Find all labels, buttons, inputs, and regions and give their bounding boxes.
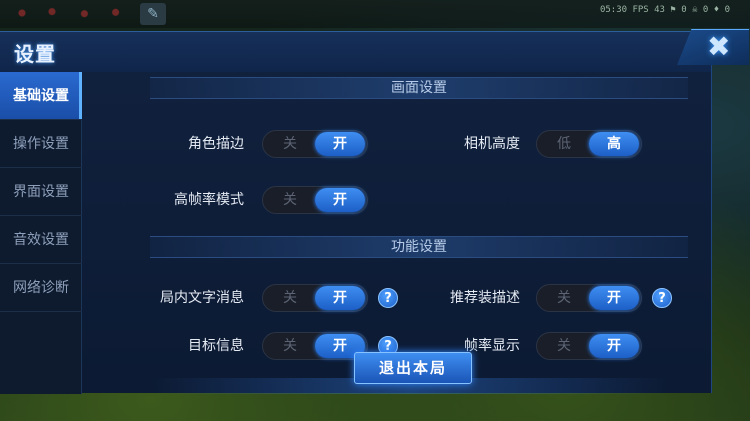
toggle-on-option[interactable]: 开: [315, 286, 365, 310]
toggle-off-option[interactable]: 关: [265, 286, 315, 310]
toggle-on-option[interactable]: 开: [589, 286, 639, 310]
sidebar: 基础设置 操作设置 界面设置 音效设置 网络诊断: [0, 72, 82, 394]
setting-camera-label: 相机高度: [464, 136, 520, 152]
toggle-off-option[interactable]: 关: [539, 286, 589, 310]
toggle-off-option[interactable]: 关: [265, 132, 315, 156]
page-title: 设置: [14, 42, 56, 66]
hfr-toggle[interactable]: 关 开: [262, 186, 368, 214]
sidebar-item-basic[interactable]: 基础设置: [0, 72, 82, 120]
exit-match-button[interactable]: 退出本局: [354, 352, 472, 384]
minimap-markers: [10, 6, 130, 20]
setting-recommend-label: 推荐装描述: [450, 290, 520, 306]
sidebar-item-network[interactable]: 网络诊断: [0, 264, 82, 312]
setting-hfr-label: 高帧率模式: [174, 192, 244, 208]
toggle-off-option[interactable]: 关: [265, 334, 315, 358]
outline-toggle[interactable]: 关 开: [262, 130, 368, 158]
sidebar-item-interface[interactable]: 界面设置: [0, 168, 82, 216]
sidebar-item-audio[interactable]: 音效设置: [0, 216, 82, 264]
toggle-on-option[interactable]: 开: [315, 188, 365, 212]
fps-display-toggle[interactable]: 关 开: [536, 332, 642, 360]
chat-toggle[interactable]: 关 开: [262, 284, 368, 312]
setting-chat-label: 局内文字消息: [160, 290, 244, 306]
panel-header: 设置: [0, 32, 711, 72]
section-function-title: 功能设置: [150, 236, 688, 258]
sidebar-item-controls[interactable]: 操作设置: [0, 120, 82, 168]
setting-outline-label: 角色描边: [188, 136, 244, 152]
toggle-on-option[interactable]: 开: [589, 334, 639, 358]
help-icon[interactable]: ?: [378, 288, 398, 308]
camera-height-toggle[interactable]: 低 高: [536, 130, 642, 158]
section-display-title: 画面设置: [150, 77, 688, 99]
settings-content: 画面设置 角色描边 关 开 相机高度 低 高 高帧率模式 关 开 功能设置 局内…: [92, 72, 692, 394]
game-hud-topbar: ✎ 05:30 FPS 43 ⚑ 0 ☠ 0 ♦ 0: [0, 0, 750, 28]
hud-status: 05:30 FPS 43 ⚑ 0 ☠ 0 ♦ 0: [599, 5, 730, 15]
close-icon: ✖: [707, 30, 731, 63]
toggle-off-option[interactable]: 关: [539, 334, 589, 358]
target-info-toggle[interactable]: 关 开: [262, 332, 368, 360]
wrench-icon: ✎: [140, 3, 166, 25]
toggle-high-option[interactable]: 高: [589, 132, 639, 156]
toggle-on-option[interactable]: 开: [315, 132, 365, 156]
setting-target-label: 目标信息: [188, 338, 244, 354]
settings-panel: 设置 ✖ 基础设置 操作设置 界面设置 音效设置 网络诊断 画面设置 角色描边 …: [0, 29, 749, 394]
help-icon[interactable]: ?: [652, 288, 672, 308]
recommend-toggle[interactable]: 关 开: [536, 284, 642, 312]
toggle-off-option[interactable]: 关: [265, 188, 315, 212]
toggle-low-option[interactable]: 低: [539, 132, 589, 156]
